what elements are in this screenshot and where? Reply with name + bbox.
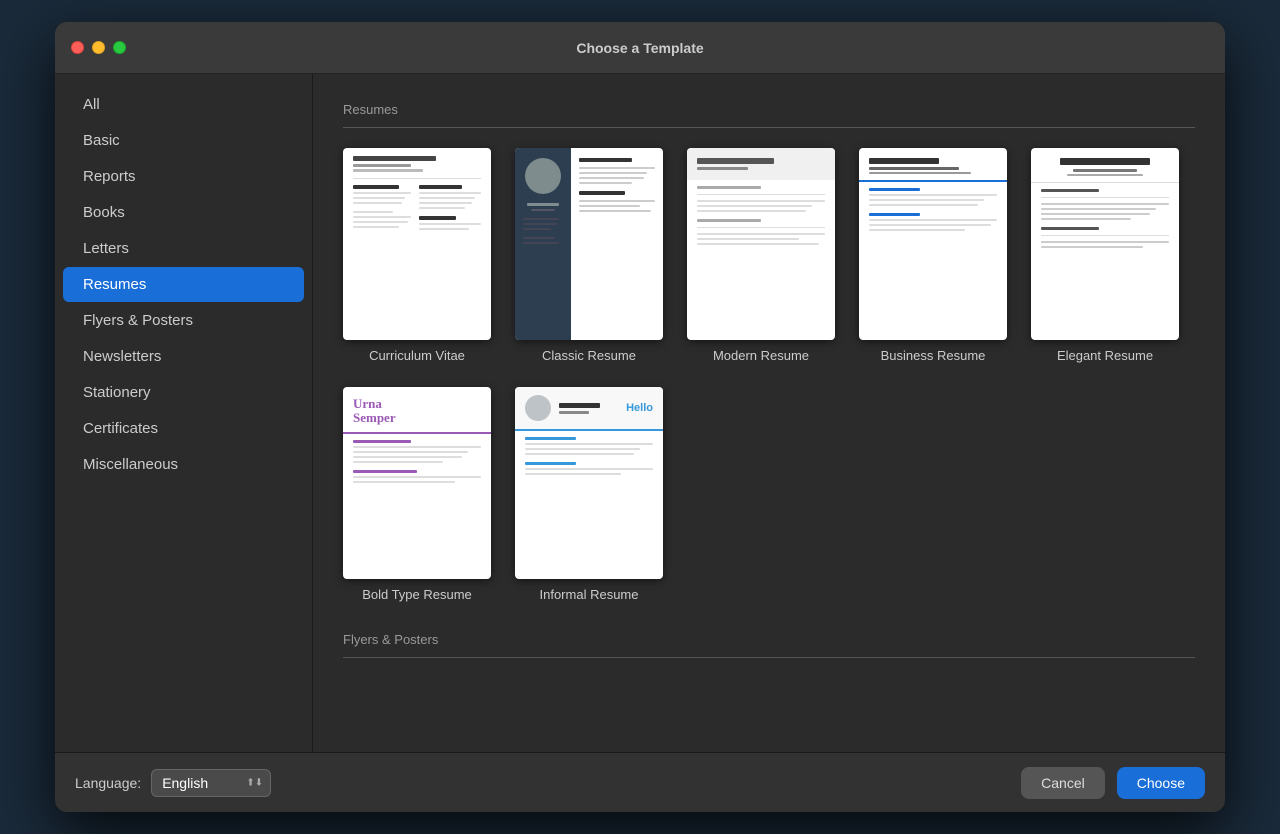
- template-curriculum-vitae[interactable]: Curriculum Vitae: [343, 148, 491, 363]
- flyers-section-header: Flyers & Posters: [343, 632, 1195, 658]
- informal-label: Informal Resume: [540, 587, 639, 602]
- content-area: All Basic Reports Books Letters Resumes …: [55, 74, 1225, 752]
- sidebar-item-all[interactable]: All: [63, 87, 304, 122]
- sidebar-item-flyers-posters[interactable]: Flyers & Posters: [63, 303, 304, 338]
- resumes-divider: [343, 127, 1195, 128]
- sidebar-item-reports[interactable]: Reports: [63, 159, 304, 194]
- resumes-section-title: Resumes: [343, 102, 1195, 117]
- flyers-section-title: Flyers & Posters: [343, 632, 1195, 647]
- sidebar-item-basic[interactable]: Basic: [63, 123, 304, 158]
- bold-thumbnail: UrnaSemper: [343, 387, 491, 579]
- business-thumbnail: [859, 148, 1007, 340]
- minimize-button[interactable]: [92, 41, 105, 54]
- elegant-label: Elegant Resume: [1057, 348, 1153, 363]
- traffic-lights: [71, 41, 126, 54]
- close-button[interactable]: [71, 41, 84, 54]
- classic-label: Classic Resume: [542, 348, 636, 363]
- flyers-divider: [343, 657, 1195, 658]
- template-elegant-resume[interactable]: Elegant Resume: [1031, 148, 1179, 363]
- template-modern-resume[interactable]: Modern Resume: [687, 148, 835, 363]
- language-select[interactable]: English French German Spanish Japanese: [151, 769, 271, 797]
- language-section: Language: English French German Spanish …: [75, 769, 271, 797]
- buttons-section: Cancel Choose: [1021, 767, 1205, 799]
- template-business-resume[interactable]: Business Resume: [859, 148, 1007, 363]
- titlebar: Choose a Template: [55, 22, 1225, 74]
- window-title: Choose a Template: [576, 40, 703, 56]
- bottom-bar: Language: English French German Spanish …: [55, 752, 1225, 812]
- business-label: Business Resume: [881, 348, 986, 363]
- sidebar: All Basic Reports Books Letters Resumes …: [55, 74, 313, 752]
- resumes-grid: Curriculum Vitae: [343, 148, 1195, 602]
- cancel-button[interactable]: Cancel: [1021, 767, 1105, 799]
- sidebar-item-resumes[interactable]: Resumes: [63, 267, 304, 302]
- sidebar-item-certificates[interactable]: Certificates: [63, 411, 304, 446]
- sidebar-item-stationery[interactable]: Stationery: [63, 375, 304, 410]
- template-bold-type-resume[interactable]: UrnaSemper Bold Type: [343, 387, 491, 602]
- cv-label: Curriculum Vitae: [369, 348, 465, 363]
- template-chooser-window: Choose a Template All Basic Reports Book…: [55, 22, 1225, 812]
- bold-label: Bold Type Resume: [362, 587, 472, 602]
- sidebar-item-newsletters[interactable]: Newsletters: [63, 339, 304, 374]
- sidebar-item-miscellaneous[interactable]: Miscellaneous: [63, 447, 304, 482]
- cv-thumbnail: [343, 148, 491, 340]
- modern-label: Modern Resume: [713, 348, 809, 363]
- elegant-thumbnail: [1031, 148, 1179, 340]
- language-label: Language:: [75, 775, 141, 791]
- informal-thumbnail: Hello: [515, 387, 663, 579]
- resumes-section-header: Resumes: [343, 102, 1195, 128]
- main-content: Resumes: [313, 74, 1225, 752]
- maximize-button[interactable]: [113, 41, 126, 54]
- choose-button[interactable]: Choose: [1117, 767, 1205, 799]
- sidebar-item-letters[interactable]: Letters: [63, 231, 304, 266]
- template-informal-resume[interactable]: Hello Informal Resume: [515, 387, 663, 602]
- language-select-wrapper[interactable]: English French German Spanish Japanese ⬆…: [151, 769, 271, 797]
- template-classic-resume[interactable]: Classic Resume: [515, 148, 663, 363]
- classic-thumbnail: [515, 148, 663, 340]
- sidebar-item-books[interactable]: Books: [63, 195, 304, 230]
- modern-thumbnail: [687, 148, 835, 340]
